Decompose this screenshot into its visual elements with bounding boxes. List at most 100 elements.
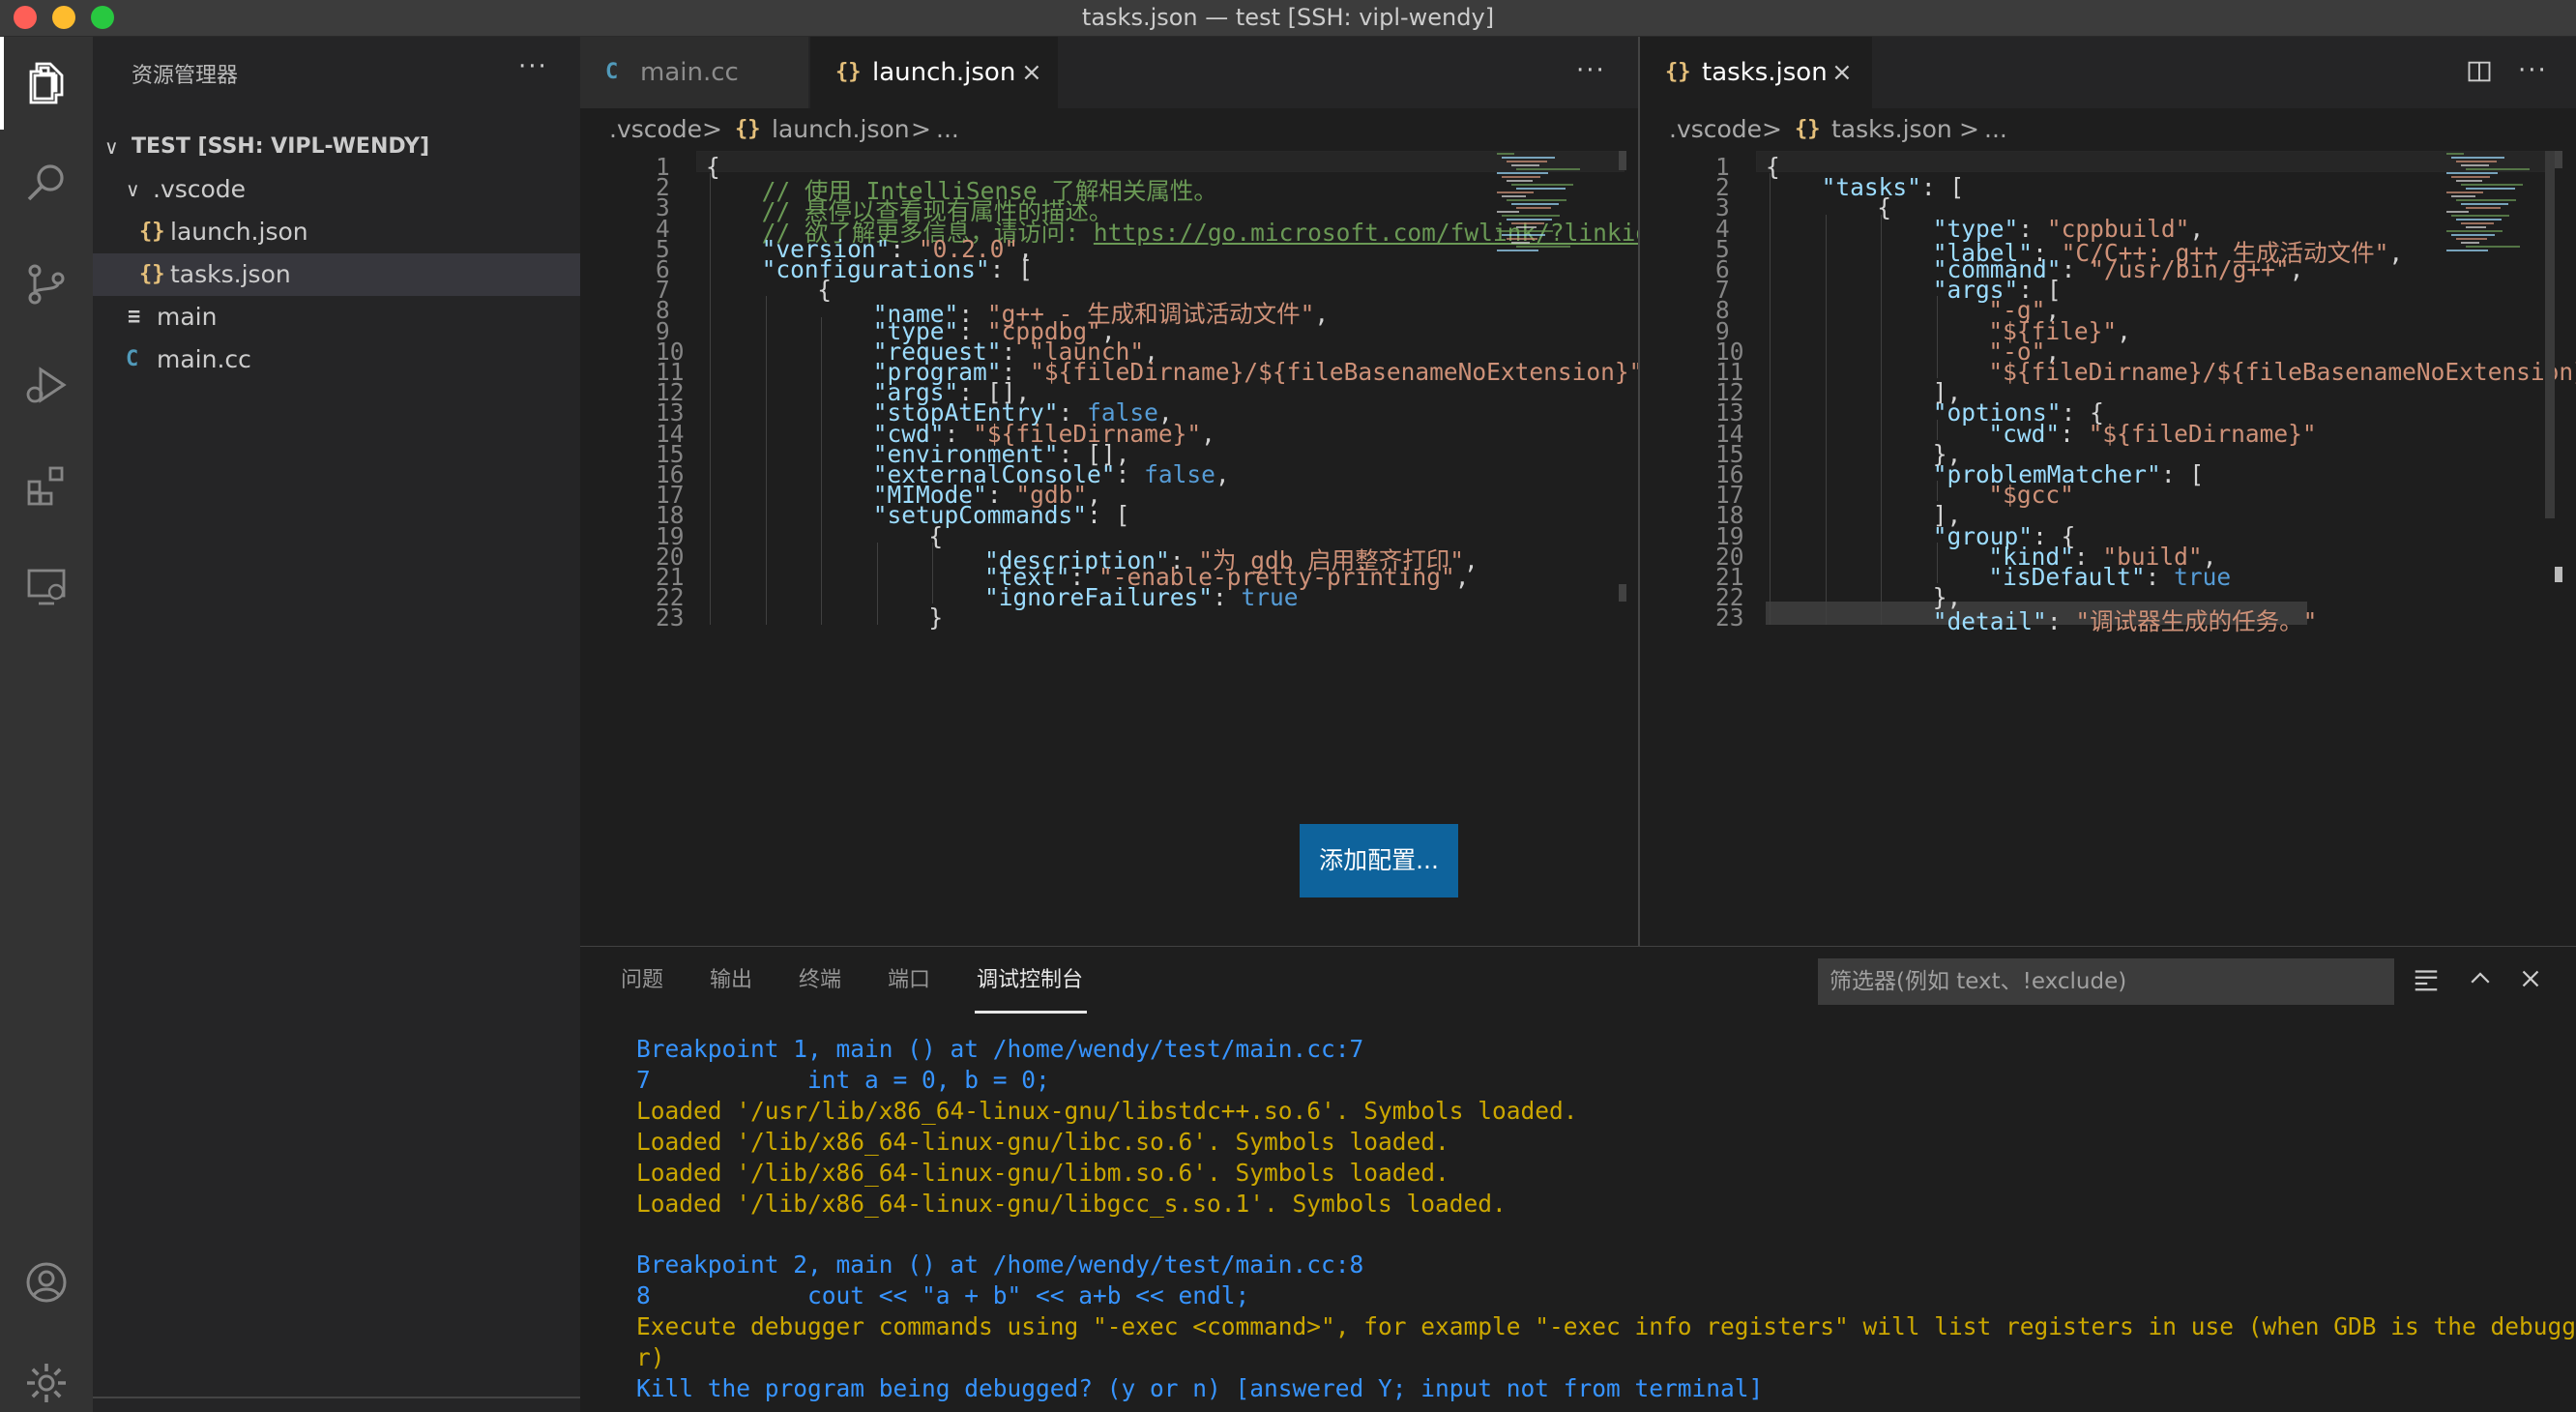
minimap-line	[1516, 226, 1537, 228]
account-icon	[26, 1262, 67, 1303]
close-panel-icon[interactable]	[2516, 964, 2545, 1000]
search-icon	[27, 164, 64, 201]
minimap-line	[2451, 234, 2495, 236]
minimap-line	[1502, 176, 1540, 178]
minimap-line	[1497, 250, 1538, 251]
vscode-window: tasks.json — test [SSH: vipl-wendy] 资源管理…	[0, 0, 2576, 1412]
minimap-line	[2446, 153, 2464, 155]
active-indicator	[0, 37, 4, 130]
tree-file-tasks-json[interactable]: {} tasks.json	[93, 253, 580, 296]
minimap-line	[2456, 238, 2487, 240]
minimap-line	[1511, 184, 1573, 186]
tab-tasks-json[interactable]: {} tasks.json ×	[1640, 37, 1872, 108]
breadcrumb-file[interactable]: tasks.json	[1831, 108, 1952, 151]
chevron-down-icon: ∨	[104, 135, 119, 159]
console-line: 8 cout << "a + b" << a+b << endl;	[636, 1281, 1250, 1310]
tab-output[interactable]: 输出	[710, 947, 752, 1015]
breadcrumb-separator: >	[702, 115, 722, 143]
tab-launch-json[interactable]: {} launch.json ×	[810, 37, 1058, 108]
indent-guide	[932, 542, 934, 604]
explorer-sidebar: 资源管理器 ··· ∨ TEST [SSH: VIPL-WENDY] ∨ .vs…	[93, 37, 580, 1412]
indent-guide	[1881, 214, 1883, 625]
add-configuration-button[interactable]: 添加配置...	[1300, 824, 1458, 897]
extensions-icon	[27, 466, 64, 506]
search-activity[interactable]	[0, 137, 93, 230]
tab-terminal[interactable]: 终端	[799, 947, 841, 1015]
code-line: "detail": "调试器生成的任务。"	[1932, 607, 2318, 636]
maximize-panel-icon[interactable]	[2466, 964, 2495, 1000]
code-line: {	[706, 153, 720, 181]
tab-label: tasks.json	[1702, 58, 1828, 87]
breadcrumb-separator: >	[1762, 115, 1782, 143]
editor-group-left: C main.cc {} launch.json × ··· .vscode >…	[580, 37, 1638, 946]
workspace-root[interactable]: ∨ TEST [SSH: VIPL-WENDY]	[93, 126, 580, 168]
minimap-line	[2461, 242, 2479, 244]
tree-item-label: launch.json	[170, 218, 308, 246]
clear-console-icon[interactable]	[2412, 964, 2441, 1000]
tree-item-label: .vscode	[153, 175, 247, 203]
console-line: Loaded '/lib/x86_64-linux-gnu/libgcc_s.s…	[636, 1189, 1507, 1218]
minimap-line	[1516, 246, 1570, 248]
minimap-line	[1511, 222, 1544, 224]
chevron-down-icon: ∨	[126, 178, 140, 201]
cpp-file-icon: C	[126, 347, 139, 371]
tab-debug-console[interactable]: 调试控制台	[977, 947, 1083, 1015]
tree-file-main-cc[interactable]: C main.cc	[93, 338, 580, 381]
indent-guide	[1825, 214, 1827, 625]
remote-explorer-icon	[27, 569, 66, 605]
indent-guide	[1936, 296, 1938, 379]
minimap-line	[1502, 195, 1526, 197]
tab-label: main.cc	[640, 58, 739, 87]
minimap-line	[1511, 203, 1559, 205]
editor-more-actions-button[interactable]: ···	[1576, 56, 1606, 85]
json-file-icon: {}	[139, 220, 165, 244]
minimap-line	[2451, 176, 2490, 178]
minimap-line	[2446, 250, 2488, 251]
breadcrumb-folder[interactable]: .vscode	[609, 108, 702, 151]
explorer-title: 资源管理器	[132, 64, 239, 88]
window-title: tasks.json — test [SSH: vipl-wendy]	[1081, 4, 1495, 31]
json-file-icon: {}	[835, 60, 862, 84]
minimap-line	[2446, 230, 2503, 232]
minimap-line	[1497, 211, 1519, 213]
tree-folder-vscode[interactable]: ∨ .vscode	[93, 168, 580, 211]
minimap-line	[2446, 191, 2483, 193]
explorer-activity[interactable]	[0, 37, 93, 130]
indent-guide	[876, 542, 878, 625]
run-debug-activity[interactable]	[0, 338, 93, 431]
minimap-line	[2451, 215, 2509, 217]
minimap-line	[1502, 215, 1560, 217]
minimap-line	[2456, 219, 2502, 221]
minimap[interactable]	[1493, 151, 1619, 306]
account-activity[interactable]	[0, 1236, 93, 1329]
breadcrumb-file[interactable]: launch.json	[772, 108, 910, 151]
debug-console-filter-input[interactable]: 筛选器(例如 text、!exclude)	[1818, 958, 2394, 1005]
indent-guide	[710, 173, 711, 625]
explorer-more-actions-button[interactable]: ···	[518, 52, 548, 81]
tab-ports[interactable]: 端口	[888, 947, 930, 1015]
code-line: "${fileDirname}/${fileBasenameNoExtensio…	[1988, 358, 2576, 386]
remote-explorer-activity[interactable]	[0, 540, 93, 632]
editor-scrollbar-thumb[interactable]	[2545, 151, 2555, 518]
tree-file-launch-json[interactable]: {} launch.json	[93, 211, 580, 253]
source-control-activity[interactable]	[0, 238, 93, 331]
tab-problems[interactable]: 问题	[621, 947, 663, 1015]
editor-tabs-right: {} tasks.json × ···	[1640, 37, 2576, 108]
json-file-icon: {}	[735, 117, 761, 141]
breadcrumb-folder[interactable]: .vscode	[1669, 108, 1762, 151]
editor-more-actions-button[interactable]: ···	[2518, 56, 2548, 85]
close-icon[interactable]: ×	[1021, 37, 1042, 108]
split-editor-icon[interactable]	[2466, 58, 2493, 85]
code-line: "setupCommands": [	[872, 501, 1130, 530]
indent-guide	[1936, 419, 1938, 440]
settings-activity[interactable]	[0, 1337, 93, 1412]
minimap-line	[2451, 157, 2504, 159]
tab-main-cc[interactable]: C main.cc	[580, 37, 808, 108]
minimap-line	[1516, 207, 1551, 209]
tree-file-main[interactable]: ≡ main	[93, 296, 580, 338]
minimap-line	[1516, 188, 1566, 190]
minimap-line	[2451, 195, 2475, 197]
minimap-line	[2466, 168, 2530, 170]
close-icon[interactable]: ×	[1831, 37, 1853, 108]
extensions-activity[interactable]	[0, 439, 93, 532]
